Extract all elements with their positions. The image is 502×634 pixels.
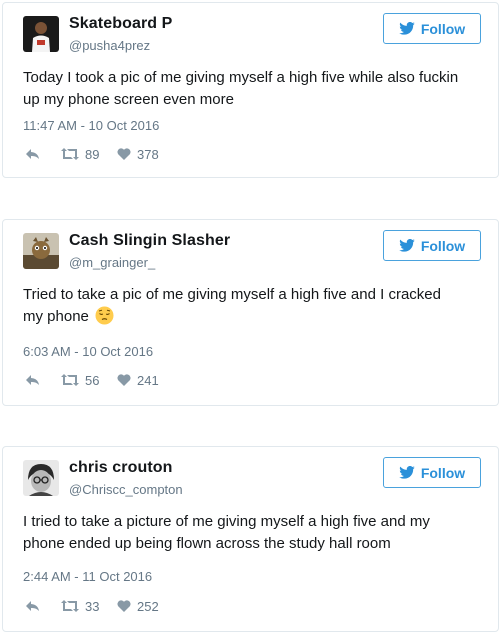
like-button[interactable]: 378 (117, 147, 159, 162)
tweet-actions: 33 252 (25, 597, 159, 615)
reply-icon (26, 149, 39, 159)
like-count: 252 (137, 598, 159, 614)
tweet-actions: 89 378 (25, 145, 159, 163)
follow-button[interactable]: Follow (383, 13, 481, 44)
avatar[interactable] (23, 460, 59, 496)
timestamp-link[interactable]: 2:44 AM - 11 Oct 2016 (23, 569, 152, 584)
bird-icon (399, 22, 415, 35)
tweet-text: I tried to take a picture of me giving m… (23, 513, 430, 552)
display-name[interactable]: Cash Slingin Slasher (69, 232, 230, 250)
tweet-text: Tried to take a pic of me giving myself … (23, 284, 463, 328)
user-handle[interactable]: @m_grainger_ (69, 255, 155, 270)
timestamp-link[interactable]: 6:03 AM - 10 Oct 2016 (23, 344, 153, 359)
tweet-text: Today I took a pic of me giving myself a… (23, 69, 459, 108)
like-count: 378 (137, 146, 159, 162)
tweet-card: Skateboard P @pusha4prez Follow Today I … (2, 2, 499, 178)
avatar[interactable] (23, 233, 59, 269)
reply-button[interactable] (25, 148, 61, 160)
follow-button[interactable]: Follow (383, 457, 481, 488)
reply-button[interactable] (25, 374, 61, 386)
tweet-card: chris crouton @Chriscc_compton Follow I … (2, 446, 499, 632)
retweet-button[interactable]: 33 (61, 599, 117, 614)
tweet-card: Cash Slingin Slasher @m_grainger_ Follow… (2, 219, 499, 406)
retweet-count: 56 (85, 372, 100, 388)
follow-label: Follow (420, 464, 466, 481)
retweet-count: 33 (85, 598, 100, 614)
retweet-button[interactable]: 56 (61, 373, 117, 388)
follow-label: Follow (420, 20, 466, 37)
bird-icon (399, 466, 415, 479)
tweet-actions: 56 241 (25, 371, 159, 389)
like-button[interactable]: 252 (117, 599, 159, 614)
reply-icon (26, 601, 39, 611)
avatar[interactable] (23, 16, 59, 52)
display-name[interactable]: chris crouton (69, 459, 173, 477)
retweet-icon (61, 374, 79, 386)
user-handle[interactable]: @pusha4prez (69, 38, 150, 53)
display-name[interactable]: Skateboard P (69, 15, 172, 33)
follow-label: Follow (420, 237, 466, 254)
pensive-face-emoji (95, 306, 114, 325)
reply-button[interactable] (25, 600, 61, 612)
follow-button[interactable]: Follow (383, 230, 481, 261)
tweet-text-content: Tried to take a pic of me giving myself … (23, 286, 441, 325)
heart-icon (117, 148, 131, 160)
retweet-count: 89 (85, 146, 100, 162)
heart-icon (117, 600, 131, 612)
bird-icon (399, 239, 415, 252)
user-handle[interactable]: @Chriscc_compton (69, 482, 183, 497)
heart-icon (117, 374, 131, 386)
tweet-feed: Skateboard P @pusha4prez Follow Today I … (0, 0, 502, 634)
retweet-button[interactable]: 89 (61, 147, 117, 162)
retweet-icon (61, 600, 79, 612)
retweet-icon (61, 148, 79, 160)
timestamp-link[interactable]: 11:47 AM - 10 Oct 2016 (23, 118, 159, 133)
reply-icon (26, 375, 39, 385)
like-button[interactable]: 241 (117, 373, 159, 388)
like-count: 241 (137, 372, 159, 388)
